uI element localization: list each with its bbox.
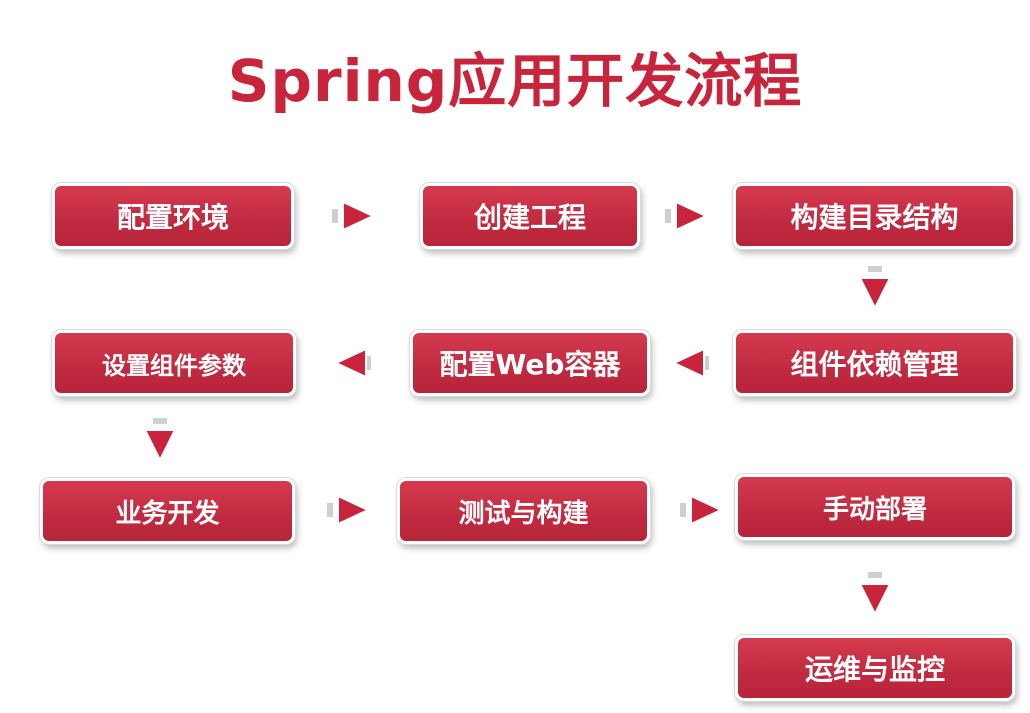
flow-arrows <box>143 200 892 617</box>
arrow-s5-s6 <box>333 347 371 379</box>
arrow-s7-s8 <box>327 494 371 526</box>
arrow-s9-s10 <box>858 572 892 617</box>
flow-diagram: Spring应用开发流程 配置环境 创建工程 构建目录结构 组件依赖管理 配置W… <box>0 0 1030 713</box>
arrow-s8-s9 <box>680 494 724 526</box>
arrow-s2-s3 <box>665 200 709 232</box>
arrow-s3-s4 <box>858 266 892 311</box>
arrow-s4-s5 <box>671 347 709 379</box>
arrow-s1-s2 <box>332 200 376 232</box>
arrow-s6-s7 <box>143 418 177 463</box>
